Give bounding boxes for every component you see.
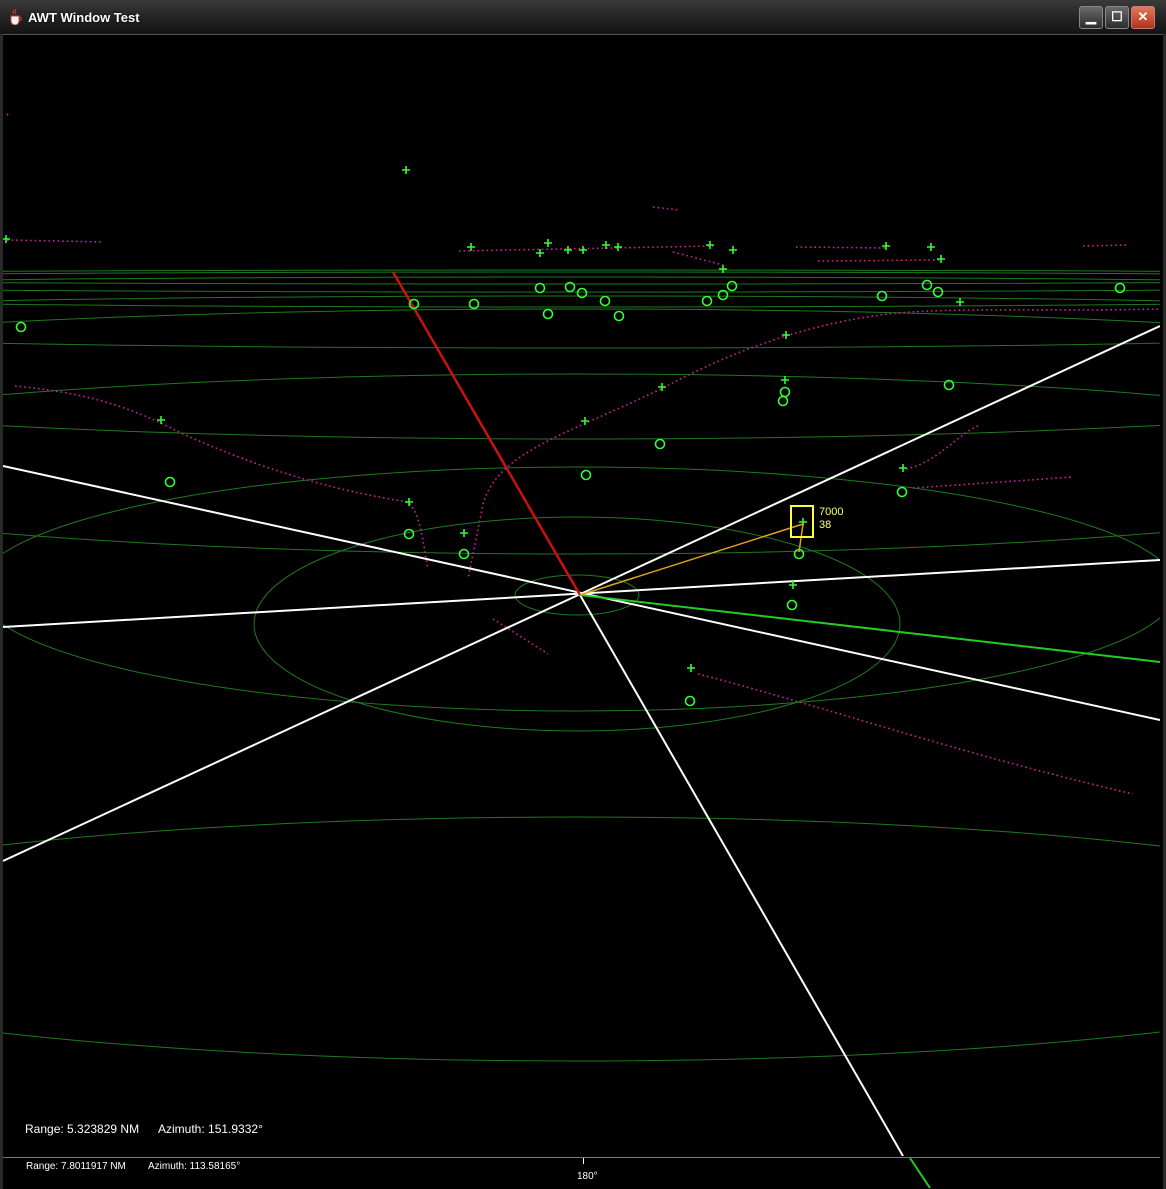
aircraft-cross-symbol[interactable] bbox=[579, 246, 587, 254]
aircraft-cross-symbol[interactable] bbox=[937, 255, 945, 263]
history-trail bbox=[697, 673, 1134, 795]
maximize-icon: ☐ bbox=[1111, 9, 1123, 24]
history-trail bbox=[492, 618, 549, 655]
status-azimuth: Azimuth: 113.58165° bbox=[148, 1161, 241, 1172]
heading-tick bbox=[583, 1158, 584, 1164]
aircraft-cross-symbol[interactable] bbox=[460, 529, 468, 537]
aircraft-cross-symbol[interactable] bbox=[157, 416, 165, 424]
close-button[interactable]: ✕ bbox=[1131, 6, 1155, 29]
track-altitude: 7000 bbox=[819, 506, 844, 518]
app-window: AWT Window Test ▁ ☐ ✕ 7000 38 Range: 5.3… bbox=[0, 0, 1166, 1189]
aircraft-cross-symbol[interactable] bbox=[729, 246, 737, 254]
heading-label: 180° bbox=[577, 1171, 598, 1182]
range-ring-5 bbox=[3, 373, 1160, 555]
heading-line bbox=[579, 594, 1160, 663]
aircraft-circle-symbol[interactable] bbox=[403, 528, 415, 540]
aircraft-circle-symbol[interactable] bbox=[779, 386, 791, 398]
history-trails bbox=[6, 113, 1159, 795]
aircraft-tracks bbox=[3, 166, 1126, 707]
close-icon: ✕ bbox=[1137, 9, 1149, 24]
history-trail bbox=[1082, 244, 1129, 247]
aircraft-cross-symbol[interactable] bbox=[782, 331, 790, 339]
history-trail bbox=[905, 425, 979, 470]
aircraft-circle-symbol[interactable] bbox=[701, 295, 713, 307]
aircraft-circle-symbol[interactable] bbox=[580, 469, 592, 481]
aircraft-circle-symbol[interactable] bbox=[613, 310, 625, 322]
aircraft-circle-symbol[interactable] bbox=[896, 486, 908, 498]
aircraft-circle-symbol[interactable] bbox=[542, 308, 554, 320]
aircraft-circle-symbol[interactable] bbox=[599, 295, 611, 307]
azimuth-readout: Azimuth: 151.9332° bbox=[158, 1122, 263, 1136]
history-trail bbox=[6, 113, 10, 117]
aircraft-cross-symbol[interactable] bbox=[402, 166, 410, 174]
aircraft-cross-symbol[interactable] bbox=[706, 241, 714, 249]
status-range: Range: 7.8011917 NM bbox=[26, 1161, 126, 1172]
aircraft-circle-symbol[interactable] bbox=[458, 548, 470, 560]
leader-line bbox=[579, 523, 804, 596]
maximize-button[interactable]: ☐ bbox=[1105, 6, 1129, 29]
aircraft-cross-symbol[interactable] bbox=[467, 243, 475, 251]
history-trail bbox=[467, 308, 1159, 580]
history-trail bbox=[672, 251, 724, 266]
aircraft-cross-symbol[interactable] bbox=[544, 239, 552, 247]
aircraft-cross-symbol[interactable] bbox=[956, 298, 964, 306]
aircraft-cross-symbol[interactable] bbox=[3, 235, 10, 243]
heading-needle-icon bbox=[909, 1158, 931, 1188]
aircraft-circle-symbol[interactable] bbox=[876, 290, 888, 302]
aircraft-cross-symbol[interactable] bbox=[405, 498, 413, 506]
radar-canvas[interactable] bbox=[3, 34, 1160, 1156]
aircraft-circle-symbol[interactable] bbox=[932, 286, 944, 298]
window-title: AWT Window Test bbox=[28, 10, 140, 25]
history-trail bbox=[652, 206, 680, 211]
aircraft-cross-symbol[interactable] bbox=[658, 383, 666, 391]
aircraft-circle-symbol[interactable] bbox=[534, 282, 546, 294]
aircraft-circle-symbol[interactable] bbox=[15, 321, 27, 333]
range-ring-4 bbox=[3, 816, 1160, 1062]
history-trail bbox=[795, 246, 889, 249]
range-ring-7 bbox=[3, 295, 1160, 349]
history-trail bbox=[6, 239, 104, 243]
aircraft-cross-symbol[interactable] bbox=[927, 243, 935, 251]
aircraft-cross-symbol[interactable] bbox=[899, 464, 907, 472]
range-readout: Range: 5.323829 NM bbox=[25, 1122, 140, 1136]
aircraft-cross-symbol[interactable] bbox=[781, 376, 789, 384]
range-rings bbox=[3, 269, 1160, 1062]
aircraft-cross-symbol[interactable] bbox=[687, 664, 695, 672]
minimize-icon: ▁ bbox=[1086, 9, 1096, 24]
aircraft-cross-symbol[interactable] bbox=[614, 243, 622, 251]
track-speed: 38 bbox=[819, 519, 832, 531]
aircraft-circle-symbol[interactable] bbox=[1114, 282, 1126, 294]
aircraft-circle-symbol[interactable] bbox=[786, 599, 798, 611]
axis-line-3 bbox=[3, 325, 1160, 862]
aircraft-cross-symbol[interactable] bbox=[564, 246, 572, 254]
aircraft-circle-symbol[interactable] bbox=[726, 280, 738, 292]
aircraft-circle-symbol[interactable] bbox=[921, 279, 933, 291]
aircraft-circle-symbol[interactable] bbox=[164, 476, 176, 488]
radar-3d-view[interactable]: 7000 38 Range: 5.323829 NM Azimuth: 151.… bbox=[3, 34, 1160, 1156]
aircraft-cross-symbol[interactable] bbox=[882, 242, 890, 250]
history-trail bbox=[14, 385, 429, 570]
history-trail bbox=[817, 259, 942, 262]
status-bar: Range: 7.8011917 NM Azimuth: 113.58165° … bbox=[3, 1157, 1160, 1188]
aircraft-cross-symbol[interactable] bbox=[581, 417, 589, 425]
history-trail bbox=[912, 476, 1074, 489]
aircraft-circle-symbol[interactable] bbox=[654, 438, 666, 450]
selected-track-label: 7000 38 bbox=[819, 506, 843, 532]
java-coffee-icon bbox=[10, 9, 22, 25]
aircraft-circle-symbol[interactable] bbox=[684, 695, 696, 707]
range-ring-2 bbox=[253, 516, 901, 732]
aircraft-circle-symbol[interactable] bbox=[777, 395, 789, 407]
aircraft-cross-symbol[interactable] bbox=[602, 241, 610, 249]
title-bar[interactable]: AWT Window Test ▁ ☐ ✕ bbox=[0, 0, 1166, 35]
vertical-axis bbox=[391, 271, 582, 596]
compass-axes bbox=[3, 325, 1160, 1156]
minimize-button[interactable]: ▁ bbox=[1079, 6, 1103, 29]
